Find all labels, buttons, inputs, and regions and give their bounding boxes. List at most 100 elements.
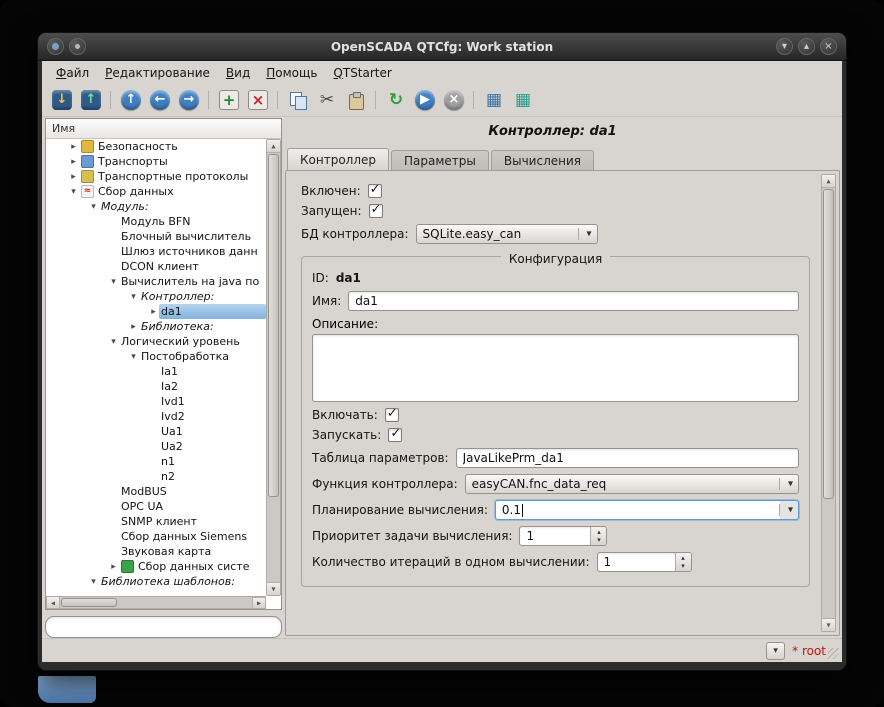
resize-grip[interactable]: [828, 648, 839, 659]
to-enable-checkbox[interactable]: [385, 408, 399, 422]
tree-item[interactable]: Ua1: [46, 424, 266, 439]
tree-item-content[interactable]: Библиотека:: [139, 319, 266, 334]
expand-arrow-icon[interactable]: ▸: [108, 562, 119, 572]
scroll-down-button[interactable]: [822, 618, 835, 631]
user-select[interactable]: [766, 642, 785, 660]
tree-item[interactable]: n1: [46, 454, 266, 469]
tree-item[interactable]: ▾ Вычислитель на java по: [46, 274, 266, 289]
tree-item-content[interactable]: Сбор данных Siemens: [119, 529, 266, 544]
tree-item-content[interactable]: Шлюз источников данн: [119, 244, 266, 259]
tree-item[interactable]: Ia2: [46, 379, 266, 394]
tree-item[interactable]: n2: [46, 469, 266, 484]
tree-item-content[interactable]: Звуковая карта: [119, 544, 266, 559]
tree-item-content[interactable]: Транспорты: [79, 154, 266, 169]
start-button[interactable]: ▶: [412, 87, 438, 113]
tree-item-content[interactable]: Блочный вычислитель: [119, 229, 266, 244]
tree-item-content[interactable]: ≈ Сбор данных: [79, 184, 266, 199]
tree-vertical-scrollbar[interactable]: [266, 139, 281, 596]
tree-item[interactable]: ▾ ≈ Сбор данных: [46, 184, 266, 199]
maximize-button[interactable]: ▴: [798, 38, 815, 55]
expand-arrow-icon[interactable]: ▸: [68, 142, 79, 152]
expand-arrow-icon[interactable]: ▸: [68, 157, 79, 167]
tree-item[interactable]: ▸ Безопасность: [46, 139, 266, 154]
expand-arrow-icon[interactable]: ▸: [148, 307, 159, 317]
tree-item[interactable]: Шлюз источников данн: [46, 244, 266, 259]
enabled-checkbox[interactable]: [368, 184, 382, 198]
expand-arrow-icon[interactable]: ▸: [68, 172, 79, 182]
tree-item-content[interactable]: da1: [159, 304, 266, 319]
tree-item-content[interactable]: Постобработка: [139, 349, 266, 364]
tree-item-content[interactable]: Транспортные протоколы: [79, 169, 266, 184]
close-button[interactable]: ×: [820, 38, 837, 55]
tree-item[interactable]: Ua2: [46, 439, 266, 454]
tree-item[interactable]: Ivd2: [46, 409, 266, 424]
to-start-checkbox[interactable]: [388, 428, 402, 442]
running-checkbox[interactable]: [369, 204, 383, 218]
forward-button[interactable]: →: [176, 87, 202, 113]
spin-up-down-buttons[interactable]: [675, 553, 691, 571]
tree-item[interactable]: ▸ Сбор данных систе: [46, 559, 266, 574]
scroll-right-button[interactable]: [252, 597, 265, 608]
tree-item[interactable]: OPC UA: [46, 499, 266, 514]
tree-item-content[interactable]: Ia2: [159, 379, 266, 394]
tree-item-content[interactable]: Библиотека шаблонов:: [99, 574, 266, 589]
paste-item-button[interactable]: [343, 87, 369, 113]
tree-item-content[interactable]: Модуль:: [99, 199, 266, 214]
tree-item[interactable]: SNMP клиент: [46, 514, 266, 529]
tree-item-content[interactable]: Вычислитель на java по: [119, 274, 266, 289]
tree-item-content[interactable]: Ivd2: [159, 409, 266, 424]
tree-item-content[interactable]: n1: [159, 454, 266, 469]
add-item-button[interactable]: +: [216, 87, 242, 113]
tab-controller[interactable]: Контроллер: [287, 148, 389, 170]
tree-item[interactable]: ▾ Библиотека шаблонов:: [46, 574, 266, 589]
scroll-left-button[interactable]: [47, 597, 60, 608]
tree-item-content[interactable]: Контроллер:: [139, 289, 266, 304]
delete-item-button[interactable]: ×: [245, 87, 271, 113]
stop-button[interactable]: ×: [441, 87, 467, 113]
tree-item[interactable]: ▾ Модуль:: [46, 199, 266, 214]
tree-item[interactable]: Блочный вычислитель: [46, 229, 266, 244]
tree-item-content[interactable]: Сбор данных систе: [119, 559, 266, 574]
schedule-combobox[interactable]: 0.1: [495, 500, 799, 520]
cut-item-button[interactable]: ✂: [314, 87, 340, 113]
menu-item-edit[interactable]: Редактирование: [97, 63, 218, 83]
save-to-db-button[interactable]: ↑: [78, 87, 104, 113]
window-menu-button[interactable]: [47, 38, 64, 55]
tab-calculations[interactable]: Вычисления: [491, 150, 594, 170]
expand-arrow-icon[interactable]: ▾: [108, 277, 119, 287]
qtstarter-button[interactable]: ▦: [481, 87, 507, 113]
tree-item[interactable]: Звуковая карта: [46, 544, 266, 559]
expand-arrow-icon[interactable]: ▸: [128, 322, 139, 332]
refresh-button[interactable]: ↻: [383, 87, 409, 113]
tree-item[interactable]: Ia1: [46, 364, 266, 379]
tree-horizontal-scrollbar[interactable]: [46, 596, 266, 609]
tree-header[interactable]: Имя: [46, 119, 281, 139]
window-pin-button[interactable]: [69, 38, 86, 55]
tree-item[interactable]: ▸ Транспортные протоколы: [46, 169, 266, 184]
tab-parameters[interactable]: Параметры: [391, 150, 489, 170]
copy-item-button[interactable]: [285, 87, 311, 113]
configurator-button[interactable]: ▦: [510, 87, 536, 113]
expand-arrow-icon[interactable]: ▾: [128, 352, 139, 362]
menu-item-qtstarter[interactable]: QTStarter: [325, 63, 399, 83]
iterations-spinbox[interactable]: 1: [597, 552, 692, 572]
spin-up-down-buttons[interactable]: [590, 527, 606, 545]
tree-item[interactable]: ▾ Постобработка: [46, 349, 266, 364]
load-from-db-button[interactable]: ↓: [49, 87, 75, 113]
tree-item[interactable]: ModBUS: [46, 484, 266, 499]
up-level-button[interactable]: ↑: [118, 87, 144, 113]
expand-arrow-icon[interactable]: ▾: [108, 337, 119, 347]
scrollbar-track[interactable]: [822, 188, 835, 618]
controller-db-select[interactable]: SQLite.easy_can: [416, 224, 598, 244]
tree-item[interactable]: ▸ da1: [46, 304, 266, 319]
controller-function-select[interactable]: easyCAN.fnc_data_req: [465, 474, 799, 494]
tree-item-content[interactable]: OPC UA: [119, 499, 266, 514]
description-textarea[interactable]: [312, 334, 799, 402]
scrollbar-thumb[interactable]: [268, 154, 279, 497]
tree-item-content[interactable]: DCON клиент: [119, 259, 266, 274]
tree-filter-input[interactable]: [45, 616, 282, 638]
background-window-fragment[interactable]: [38, 676, 96, 703]
scrollbar-track[interactable]: [60, 597, 252, 608]
expand-arrow-icon[interactable]: ▾: [88, 202, 99, 212]
tree-item-content[interactable]: SNMP клиент: [119, 514, 266, 529]
